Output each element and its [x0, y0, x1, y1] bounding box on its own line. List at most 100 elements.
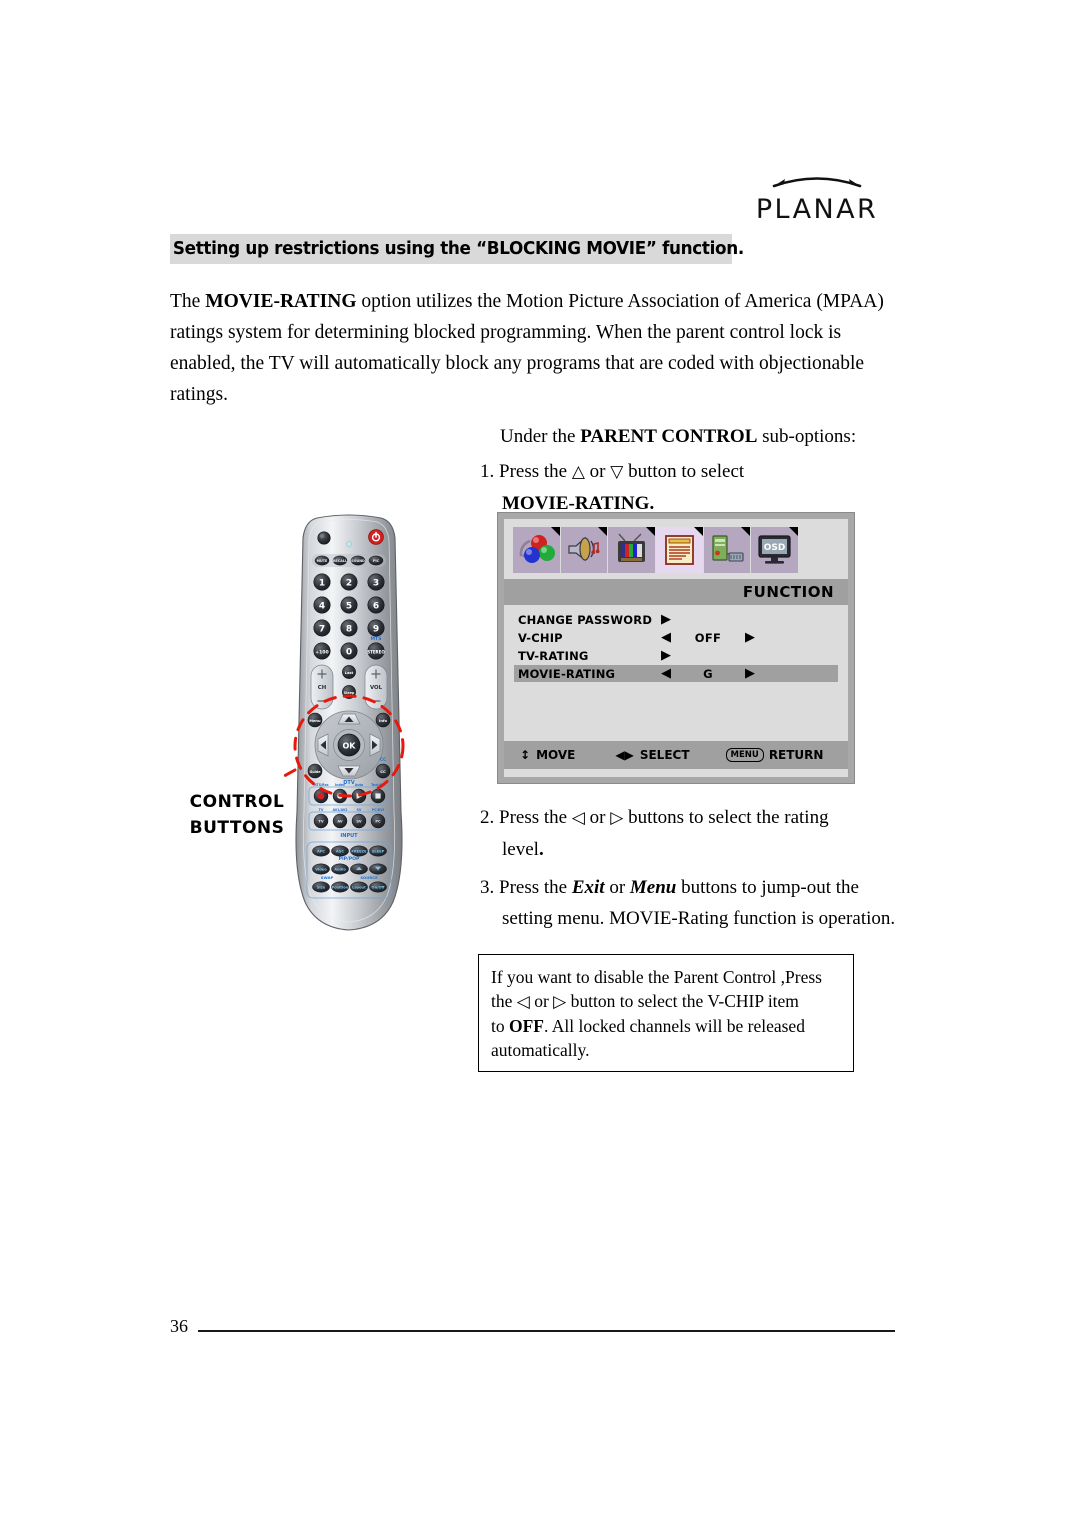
svg-text:MTS: MTS: [370, 636, 381, 642]
svg-text:PC: PC: [375, 820, 381, 824]
svg-text:APC: APC: [317, 850, 325, 854]
tv-remote-control-illustration: MUTE RECALL SOUND PIC 123 456 789 0 +100…: [275, 512, 417, 932]
osd-icon-picture[interactable]: [513, 527, 560, 573]
step-2-number: 2.: [480, 807, 495, 828]
svg-text:On/Off: On/Off: [372, 886, 385, 890]
svg-text:4: 4: [319, 602, 325, 612]
step-3-menu-button-name: Menu: [629, 877, 677, 898]
svg-text:FREEZE: FREEZE: [351, 850, 367, 854]
planar-logo: PLANAR: [742, 168, 892, 226]
svg-text:Last: Last: [345, 671, 354, 675]
step-3-text-b: buttons to jump-out the: [681, 877, 859, 898]
osd-row-right-arrow-icon[interactable]: ▶: [742, 667, 758, 680]
svg-text:8: 8: [346, 625, 352, 635]
svg-text:AV: AV: [337, 820, 343, 824]
svg-text:Info: Info: [379, 719, 387, 723]
osd-row-label: MOVIE-RATING: [518, 666, 616, 681]
svg-text:Layout: Layout: [352, 886, 366, 890]
svg-text:SV: SV: [357, 808, 362, 812]
osd-row-tv-rating[interactable]: TV-RATING ▶: [504, 647, 848, 664]
osd-footer-bar: ↕ MOVE ◀▶ SELECT MENU RETURN: [504, 741, 848, 769]
osd-row-movie-rating-selected[interactable]: MOVIE-RATING ◀ G ▶: [514, 665, 838, 682]
osd-footer-select-label: SELECT: [639, 748, 690, 762]
manual-page: PLANAR Setting up restrictions using the…: [0, 0, 1080, 1526]
note-line-4: automatically.: [491, 1038, 841, 1062]
lead-in-after: sub-options:: [757, 426, 857, 447]
osd-row-label: TV-RATING: [518, 648, 589, 663]
osd-category-icon-strip: OSD: [513, 527, 799, 573]
control-buttons-callout-label: CONTROL BUTTONS: [182, 789, 292, 841]
svg-text:CC: CC: [380, 769, 386, 774]
left-triangle-icon: ◁: [516, 992, 530, 1012]
up-triangle-icon: △: [571, 462, 585, 482]
svg-text:PIC: PIC: [373, 559, 380, 563]
osd-icon-function[interactable]: [656, 527, 703, 573]
step-2-period: .: [538, 839, 544, 860]
osd-footer-move: ↕ MOVE: [520, 748, 575, 762]
left-triangle-icon: ◁: [571, 808, 585, 828]
svg-text:PLANAR: PLANAR: [756, 194, 878, 225]
osd-row-enter-arrow-icon[interactable]: ▶: [658, 649, 674, 662]
osd-row-right-arrow-icon[interactable]: ▶: [742, 631, 758, 644]
osd-title-text: FUNCTION: [742, 583, 834, 601]
step-3-number: 3.: [480, 877, 495, 898]
svg-text:STEREO: STEREO: [367, 650, 385, 655]
osd-row-left-arrow-icon[interactable]: ◀: [658, 667, 674, 680]
intro-text-before: The: [170, 291, 206, 312]
osd-row-change-password[interactable]: CHANGE PASSWORD ▶: [504, 611, 848, 628]
note-line-1: If you want to disable the Parent Contro…: [491, 965, 841, 989]
osd-footer-move-label: MOVE: [536, 748, 576, 762]
svg-text:CH: CH: [318, 685, 327, 691]
osd-row-label: V-CHIP: [518, 630, 563, 645]
note-text-2b: button to select the V-CHIP item: [570, 991, 799, 1011]
svg-text:6: 6: [373, 602, 379, 612]
svg-text:TV: TV: [318, 820, 323, 824]
note-text-1: If you want to disable the Parent Contro…: [491, 967, 822, 987]
note-text-4: automatically.: [491, 1040, 590, 1060]
step-1: 1. Press the △ or ▽ button to select MOV…: [480, 456, 900, 519]
osd-footer-select: ◀▶ SELECT: [615, 748, 689, 762]
step-1-text-a: Press the: [499, 461, 568, 482]
svg-text:3: 3: [373, 579, 379, 589]
svg-text:OK: OK: [343, 742, 357, 751]
svg-text:Guide: Guide: [309, 770, 321, 774]
remote-mode-buttons: MUTE RECALL SOUND PIC: [312, 554, 386, 567]
section-heading-text: Setting up restrictions using the “BLOCK…: [172, 239, 744, 259]
note-text-2a: the: [491, 991, 513, 1011]
svg-text:SOUND: SOUND: [351, 559, 365, 563]
osd-row-enter-arrow-icon[interactable]: ▶: [658, 613, 674, 626]
step-3: 3. Press the Exit or Menu buttons to jum…: [480, 872, 910, 934]
callout-line-1: CONTROL: [189, 792, 285, 812]
step-2-text-b: buttons to select the rating: [628, 807, 829, 828]
osd-icon-osd-settings[interactable]: OSD: [751, 527, 799, 573]
step-3-or: or: [609, 877, 626, 898]
osd-icon-audio[interactable]: [560, 527, 608, 573]
svg-text:Video: Video: [315, 868, 327, 872]
svg-text:VOL: VOL: [370, 685, 383, 691]
osd-icon-pc-setup[interactable]: [703, 527, 751, 573]
svg-text:Menu: Menu: [309, 719, 321, 723]
step-2-text-a: Press the: [499, 807, 568, 828]
callout-line-2: BUTTONS: [189, 818, 285, 838]
osd-menu-screenshot: OSD FUNCTION CHANGE PASSWORD ▶ V-CHIP ◀ …: [497, 512, 855, 784]
svg-text:PC/DVI: PC/DVI: [372, 808, 384, 812]
step-3-text-a: Press the: [499, 877, 568, 898]
osd-row-left-arrow-icon[interactable]: ◀: [658, 631, 674, 644]
disable-parent-control-note-box: If you want to disable the Parent Contro…: [478, 954, 854, 1072]
osd-row-label: CHANGE PASSWORD: [518, 612, 653, 627]
note-line-2: the ◁ or ▷ button to select the V-CHIP i…: [491, 989, 841, 1014]
svg-text:2: 2: [346, 579, 352, 589]
up-down-arrow-icon: ↕: [520, 748, 531, 762]
footer-rule: [198, 1330, 895, 1332]
step-1-or: or: [589, 461, 606, 482]
left-right-arrow-icon: ◀▶: [615, 748, 634, 762]
right-triangle-icon: ▷: [553, 992, 567, 1012]
osd-icon-channel-tv[interactable]: [608, 527, 656, 573]
osd-row-v-chip[interactable]: V-CHIP ◀ OFF ▶: [504, 629, 848, 646]
intro-paragraph: The MOVIE-RATING option utilizes the Mot…: [170, 286, 892, 410]
svg-text:Audio: Audio: [334, 868, 346, 872]
lead-in-parent-control: PARENT CONTROL: [580, 426, 758, 447]
osd-row-value: OFF: [694, 630, 722, 645]
step-3-sub-text: setting menu. MOVIE-Rating function is o…: [502, 908, 896, 929]
svg-text:SV: SV: [356, 820, 362, 824]
